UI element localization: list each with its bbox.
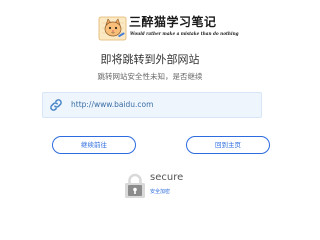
cat-mascot-icon bbox=[98, 16, 127, 41]
site-logo: 三醉猫学习笔记 Would rather make a mistake than… bbox=[98, 14, 239, 42]
warning-message: 跳转网站安全性未知，是否继续 bbox=[97, 72, 203, 81]
continue-button[interactable]: 继续前往 bbox=[52, 136, 136, 154]
back-home-button[interactable]: 回到主页 bbox=[186, 136, 270, 154]
target-url[interactable]: http://www.baidu.com bbox=[71, 100, 153, 110]
target-url-box: http://www.baidu.com bbox=[42, 92, 262, 118]
link-icon bbox=[50, 99, 62, 111]
secure-badge: secure 安全加密 bbox=[118, 172, 188, 204]
logo-subtitle: Would rather make a mistake than do noth… bbox=[130, 31, 239, 36]
page-title: 即将跳转到外部网站 bbox=[100, 53, 200, 66]
secure-sub-label: 安全加密 bbox=[150, 189, 171, 195]
redirect-page: 三醉猫学习笔记 Would rather make a mistake than… bbox=[0, 0, 300, 217]
lock-icon bbox=[125, 173, 145, 198]
logo-title: 三醉猫学习笔记 bbox=[129, 15, 217, 29]
secure-label: secure bbox=[150, 172, 184, 183]
